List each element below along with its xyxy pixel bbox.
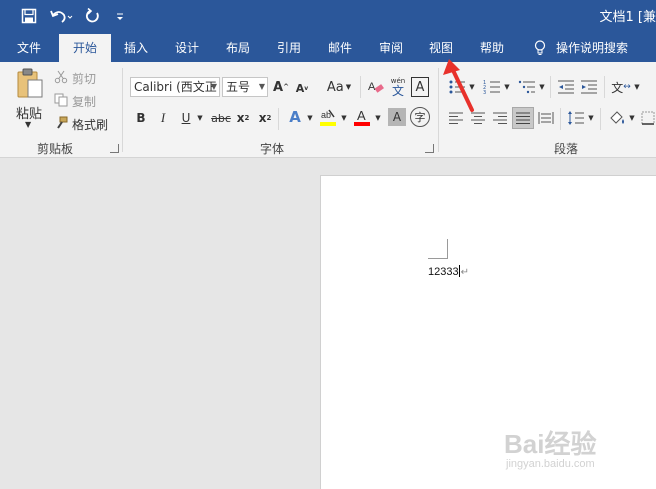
svg-text:3: 3	[483, 90, 486, 95]
tab-references[interactable]: 引用	[267, 34, 311, 62]
align-right-icon[interactable]	[490, 108, 510, 128]
font-size-combo[interactable]: 五号 ▼	[222, 77, 268, 97]
distributed-icon[interactable]	[536, 108, 556, 128]
text-direction-dropdown-icon[interactable]: ▼	[632, 77, 642, 97]
clear-formatting-icon[interactable]: A	[366, 77, 386, 97]
tab-review[interactable]: 审阅	[369, 34, 413, 62]
font-color-icon[interactable]: A	[352, 106, 372, 128]
paragraph-divider-4	[600, 108, 601, 130]
group-divider-2	[438, 68, 439, 152]
annotation-arrow-icon	[443, 59, 474, 112]
font-name-dropdown-icon[interactable]: ▼	[211, 78, 217, 96]
line-spacing-icon[interactable]	[566, 108, 586, 128]
group-divider	[122, 68, 123, 152]
baidu-watermark: Bai经验 jingyan.baidu.com	[504, 430, 596, 470]
shading-icon[interactable]	[606, 108, 628, 128]
subscript-icon[interactable]: x2	[234, 108, 252, 128]
document-body[interactable]: 12333 ↵	[428, 265, 469, 278]
svg-text:A: A	[357, 108, 366, 123]
tab-design[interactable]: 设计	[165, 34, 209, 62]
tab-home[interactable]: 开始	[59, 34, 111, 62]
lightbulb-icon	[530, 34, 550, 62]
shrink-font-icon[interactable]: Av	[294, 79, 310, 97]
document-text: 12333	[428, 266, 459, 278]
paragraph-divider-3	[560, 108, 561, 130]
increase-indent-icon[interactable]	[579, 77, 599, 97]
watermark-url: jingyan.baidu.com	[506, 458, 595, 470]
character-shading-icon[interactable]: A	[388, 108, 406, 126]
text-effects-dropdown-icon[interactable]: ▼	[305, 108, 315, 128]
svg-text:A: A	[368, 81, 376, 93]
phonetic-guide-icon[interactable]: wén 文	[388, 75, 408, 99]
paragraph-group-label: 段落	[553, 142, 578, 156]
font-launcher-icon[interactable]	[425, 144, 434, 153]
multilevel-list-icon[interactable]	[516, 77, 538, 97]
highlight-icon[interactable]: ab	[318, 106, 338, 128]
strikethrough-icon[interactable]: abc	[210, 108, 232, 128]
text-cursor	[458, 265, 460, 277]
save-icon[interactable]	[16, 5, 42, 27]
font-size-value: 五号	[226, 80, 251, 94]
customize-quick-access-icon[interactable]	[112, 5, 128, 27]
paragraph-divider	[550, 76, 551, 98]
multilevel-dropdown-icon[interactable]: ▼	[537, 77, 547, 97]
phonetic-char: 文	[391, 83, 404, 98]
numbering-dropdown-icon[interactable]: ▼	[502, 77, 512, 97]
paste-icon[interactable]	[14, 66, 46, 100]
enclose-characters-icon[interactable]: 字	[410, 107, 430, 127]
format-painter-icon[interactable]	[53, 115, 69, 131]
change-case-label: Aa	[326, 79, 344, 95]
underline-icon[interactable]: U	[177, 108, 195, 128]
cut-button[interactable]: 剪切	[72, 70, 96, 87]
bold-icon[interactable]: B	[133, 108, 149, 128]
redo-icon[interactable]	[82, 5, 104, 27]
document-page[interactable]: 12333 ↵	[320, 175, 656, 489]
font-name-value: Calibri (西文正	[134, 80, 217, 94]
tab-mailings[interactable]: 邮件	[318, 34, 362, 62]
line-spacing-dropdown-icon[interactable]: ▼	[586, 108, 596, 128]
italic-icon[interactable]: I	[155, 108, 171, 128]
text-effects-icon[interactable]: A	[285, 106, 305, 128]
justify-icon[interactable]	[512, 107, 534, 129]
highlight-dropdown-icon[interactable]: ▼	[339, 108, 349, 128]
clipboard-launcher-icon[interactable]	[110, 144, 119, 153]
ribbon: 粘贴 ▼ 剪切 复制 格式刷 剪贴板 Calibri (西文正 ▼ 五号 ▼ A…	[0, 62, 656, 158]
tell-me-search[interactable]: 操作说明搜索	[556, 34, 636, 62]
character-border-icon[interactable]: A	[411, 77, 429, 97]
tab-insert[interactable]: 插入	[114, 34, 158, 62]
margin-corner-mark	[428, 239, 448, 259]
change-case-icon[interactable]: Aa ▼	[324, 77, 354, 97]
font-size-dropdown-icon[interactable]: ▼	[259, 78, 265, 96]
paste-dropdown-arrow[interactable]: ▼	[25, 120, 31, 129]
window-title: 文档1 [兼	[599, 10, 656, 25]
decrease-indent-icon[interactable]	[556, 77, 576, 97]
numbering-icon[interactable]: 123	[481, 77, 503, 97]
scissors-icon[interactable]	[53, 69, 69, 85]
borders-icon[interactable]	[640, 108, 656, 128]
copy-icon[interactable]	[53, 92, 69, 108]
font-name-combo[interactable]: Calibri (西文正 ▼	[130, 77, 220, 97]
font-divider-2	[278, 108, 279, 130]
watermark-brand: Bai经验	[504, 429, 597, 459]
font-divider	[360, 76, 361, 98]
paragraph-divider-2	[604, 76, 605, 98]
format-painter-button[interactable]: 格式刷	[72, 116, 108, 133]
text-direction-icon[interactable]: 文 ↔	[610, 77, 632, 97]
superscript-icon[interactable]: x2	[256, 108, 274, 128]
ribbon-tabs: 文件 开始 插入 设计 布局 引用 邮件 审阅 视图 帮助 操作说明搜索	[0, 34, 656, 62]
copy-button[interactable]: 复制	[72, 93, 96, 110]
font-group-label: 字体	[259, 142, 284, 156]
undo-icon[interactable]	[46, 5, 76, 27]
tab-layout[interactable]: 布局	[216, 34, 260, 62]
clipboard-group-label: 剪贴板	[36, 142, 73, 156]
tab-file[interactable]: 文件	[5, 34, 53, 62]
shading-dropdown-icon[interactable]: ▼	[627, 108, 637, 128]
word-window: 文档1 [兼 文件 开始 插入 设计 布局 引用 邮件 审阅 视图 帮助 操作说…	[0, 0, 656, 489]
font-color-dropdown-icon[interactable]: ▼	[373, 108, 383, 128]
title-bar: 文档1 [兼	[0, 0, 656, 34]
underline-dropdown-icon[interactable]: ▼	[195, 108, 205, 128]
grow-font-icon[interactable]: A ^	[272, 77, 290, 97]
paragraph-mark-icon: ↵	[460, 267, 469, 278]
